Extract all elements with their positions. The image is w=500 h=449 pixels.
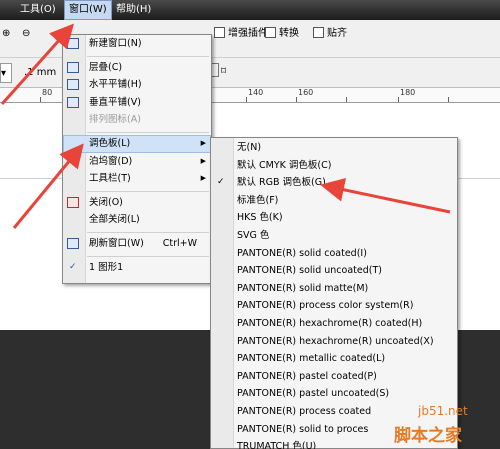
dropdown-arrow-icon[interactable]: ▾ — [0, 63, 12, 83]
menu-item-tile-horizontal[interactable]: 水平平铺(H) — [63, 76, 211, 94]
submenu-arrow-icon: ▶ — [200, 156, 206, 165]
menu-item-cascade[interactable]: 层叠(C) — [63, 59, 211, 77]
menu-tools[interactable]: 工具(O) — [16, 0, 60, 20]
palette-pantone-pastel-coated[interactable]: PANTONE(R) pastel coated(P) — [211, 368, 457, 386]
watermark-url: jb51.net — [418, 404, 468, 418]
color-palette-submenu: 无(N) 默认 CMYK 调色板(C) ✓ 默认 RGB 调色板(G) 标准色(… — [210, 137, 458, 449]
window-menu: 新建窗口(N) 层叠(C) 水平平铺(H) 垂直平铺(V) 排列图标(A) 调色… — [62, 34, 212, 284]
palette-pantone-metallic-coated[interactable]: PANTONE(R) metallic coated(L) — [211, 350, 457, 368]
palette-svg[interactable]: SVG 色 — [211, 227, 457, 245]
menu-help[interactable]: 帮助(H) — [112, 0, 155, 20]
palette-standard-colors[interactable]: 标准色(F) — [211, 192, 457, 210]
palette-pantone-solid-uncoated[interactable]: PANTONE(R) solid uncoated(T) — [211, 262, 457, 280]
palette-pantone-solid-coated[interactable]: PANTONE(R) solid coated(I) — [211, 245, 457, 263]
palette-pantone-process-color-system[interactable]: PANTONE(R) process color system(R) — [211, 297, 457, 315]
submenu-arrow-icon: ▶ — [200, 174, 206, 183]
menu-item-close-all[interactable]: 全部关闭(L) — [63, 211, 211, 229]
snap-icon — [313, 27, 324, 38]
submenu-arrow-icon: ▶ — [200, 138, 206, 147]
zoom-in-icon[interactable]: ⊕ — [2, 24, 10, 44]
ruler-mark: 80 — [42, 88, 53, 97]
zoom-out-icon[interactable]: ⊖ — [22, 24, 30, 44]
nudge-distance-field[interactable]: .1 mm — [24, 63, 56, 83]
addons-button[interactable]: 增强插件 — [214, 24, 268, 44]
transform-icon[interactable]: ⌑ — [221, 62, 226, 82]
watermark-text: 脚本之家 — [394, 426, 462, 446]
ruler-mark: 160 — [298, 88, 314, 97]
menu-item-close[interactable]: 关闭(O) — [63, 194, 211, 212]
menubar: 工具(O) 窗口(W) 帮助(H) — [0, 0, 500, 20]
menu-item-new-window[interactable]: 新建窗口(N) — [63, 35, 211, 53]
menu-item-document-1[interactable]: ✓ 1 图形1 — [63, 259, 211, 277]
menu-item-dockers[interactable]: 泊坞窗(D) ▶ — [63, 153, 211, 171]
menu-window[interactable]: 窗口(W) — [64, 0, 112, 20]
palette-pantone-solid-matte[interactable]: PANTONE(R) solid matte(M) — [211, 280, 457, 298]
addons-icon — [214, 27, 225, 38]
ruler-mark: 180 — [400, 88, 416, 97]
menu-item-refresh-window[interactable]: 刷新窗口(W) Ctrl+W — [63, 235, 211, 253]
palette-default-cmyk[interactable]: 默认 CMYK 调色板(C) — [211, 157, 457, 175]
menu-item-tile-vertical[interactable]: 垂直平铺(V) — [63, 94, 211, 112]
palette-pantone-hexachrome-coated[interactable]: PANTONE(R) hexachrome(R) coated(H) — [211, 315, 457, 333]
convert-icon — [265, 27, 276, 38]
close-window-icon — [67, 196, 79, 208]
tile-vertical-icon — [67, 96, 79, 108]
convert-button[interactable]: 转换 — [265, 24, 299, 44]
palette-hks[interactable]: HKS 色(K) — [211, 209, 457, 227]
palette-default-rgb[interactable]: ✓ 默认 RGB 调色板(G) — [211, 174, 457, 192]
palette-pantone-pastel-uncoated[interactable]: PANTONE(R) pastel uncoated(S) — [211, 385, 457, 403]
menu-item-toolbars[interactable]: 工具栏(T) ▶ — [63, 170, 211, 188]
tile-horizontal-icon — [67, 79, 79, 91]
palette-pantone-hexachrome-uncoated[interactable]: PANTONE(R) hexachrome(R) uncoated(X) — [211, 333, 457, 351]
palette-none[interactable]: 无(N) — [211, 139, 457, 157]
menu-item-color-palettes[interactable]: 调色板(L) ▶ — [63, 134, 211, 153]
cascade-icon — [67, 61, 79, 73]
refresh-icon — [67, 237, 79, 249]
new-window-icon — [67, 38, 79, 49]
menu-item-arrange-icons: 排列图标(A) — [89, 114, 141, 126]
snap-button[interactable]: 贴齐 — [313, 24, 347, 44]
checkmark-icon: ✓ — [217, 177, 225, 188]
ruler-mark: 140 — [248, 88, 264, 97]
checkmark-icon: ✓ — [69, 261, 77, 272]
